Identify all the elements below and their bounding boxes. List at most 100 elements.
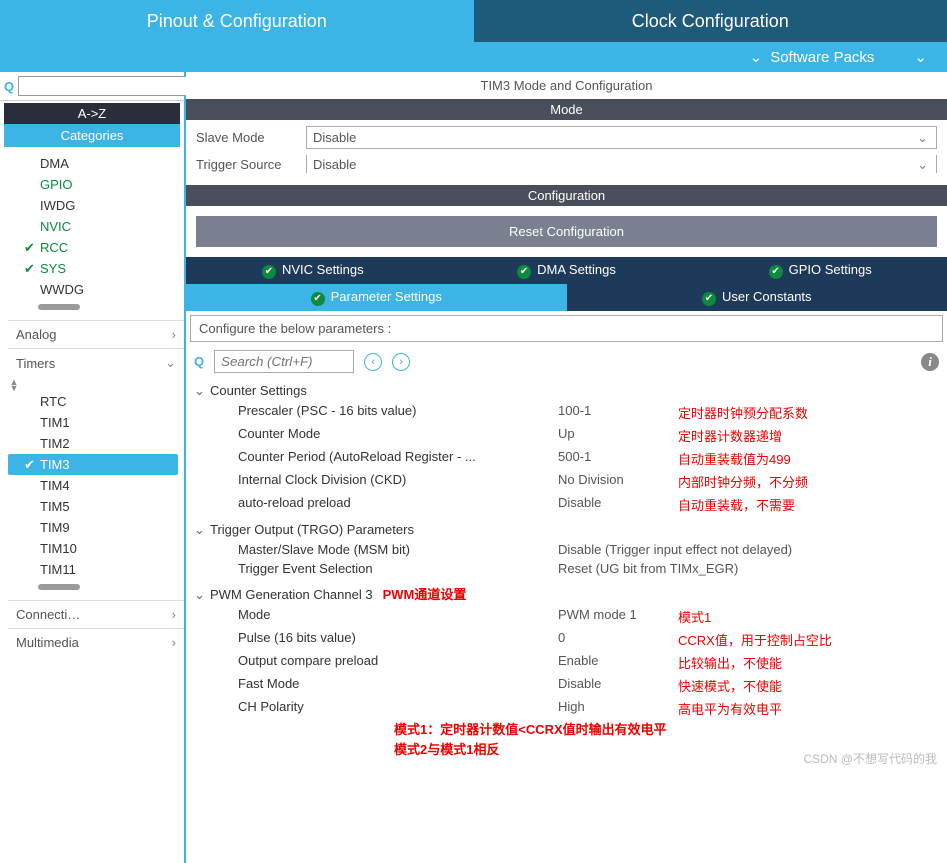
param-label: CH Polarity xyxy=(238,699,558,718)
config-panel: TIM3 Mode and Configuration Mode Slave M… xyxy=(186,72,947,863)
param-row[interactable]: auto-reload preloadDisable自动重装载，不需要 xyxy=(194,493,939,516)
param-row[interactable]: Master/Slave Mode (MSM bit)Disable (Trig… xyxy=(194,540,939,559)
timer-tim10[interactable]: TIM10 xyxy=(8,538,184,559)
category-timers[interactable]: Timers ⌄ xyxy=(8,348,184,377)
watermark: CSDN @不想写代码的我 xyxy=(803,750,937,767)
peripheral-search-input[interactable] xyxy=(18,76,205,96)
group-counter-settings[interactable]: ⌄Counter Settings xyxy=(194,381,939,401)
software-packs-bar[interactable]: ⌄ Software Packs ⌄ xyxy=(0,42,947,72)
param-row[interactable]: CH PolarityHigh高电平为有效电平 xyxy=(194,697,939,720)
chevron-right-icon: › xyxy=(172,607,176,622)
annotation: 自动重装载，不需要 xyxy=(678,495,795,514)
tab-gpio-settings[interactable]: GPIO Settings xyxy=(693,257,947,284)
peripheral-sys[interactable]: SYS xyxy=(8,258,184,279)
peripheral-gpio[interactable]: GPIO xyxy=(8,174,184,195)
param-value: 0 xyxy=(558,630,678,649)
next-match-button[interactable]: › xyxy=(392,353,410,371)
param-label: auto-reload preload xyxy=(238,495,558,514)
group-pwm-channel3[interactable]: ⌄PWM Generation Channel 3PWM通道设置 xyxy=(194,582,939,605)
annotation: 内部时钟分频，不分频 xyxy=(678,472,808,491)
configure-hint: Configure the below parameters : xyxy=(190,315,943,342)
mode-header: Mode xyxy=(186,99,947,120)
trigger-source-select[interactable]: Disable xyxy=(306,155,937,173)
peripheral-dma[interactable]: DMA xyxy=(8,153,184,174)
prev-match-button[interactable]: ‹ xyxy=(364,353,382,371)
configuration-header: Configuration xyxy=(186,185,947,206)
reset-configuration-button[interactable]: Reset Configuration xyxy=(196,216,937,247)
category-connectivity[interactable]: Connecti… › xyxy=(8,600,184,628)
param-row[interactable]: Trigger Event SelectionReset (UG bit fro… xyxy=(194,559,939,578)
annotation: 快速模式，不使能 xyxy=(678,676,782,695)
group-trgo-parameters[interactable]: ⌄Trigger Output (TRGO) Parameters xyxy=(194,520,939,540)
peripheral-wwdg[interactable]: WWDG xyxy=(8,279,184,300)
slave-mode-select[interactable]: Disable xyxy=(306,126,937,149)
param-value: 500-1 xyxy=(558,449,678,468)
timer-tim3[interactable]: TIM3 xyxy=(8,454,178,475)
peripheral-tree: DMAGPIOIWDGNVICRCCSYSWWDG Analog › Timer… xyxy=(0,147,184,863)
search-icon[interactable]: Q xyxy=(194,354,204,369)
param-row[interactable]: Counter ModeUp定时器计数器递增 xyxy=(194,424,939,447)
param-row[interactable]: Prescaler (PSC - 16 bits value)100-1定时器时… xyxy=(194,401,939,424)
param-row[interactable]: ModePWM mode 1模式1 xyxy=(194,605,939,628)
param-value: High xyxy=(558,699,678,718)
timer-rtc[interactable]: RTC xyxy=(8,391,184,412)
timer-tim2[interactable]: TIM2 xyxy=(8,433,184,454)
param-label: Master/Slave Mode (MSM bit) xyxy=(238,542,558,557)
chevron-down-icon: ⌄ xyxy=(165,355,176,371)
annotation-note1: 模式1：定时器计数值<CCRX值时输出有效电平 xyxy=(394,720,939,740)
category-multimedia[interactable]: Multimedia › xyxy=(8,628,184,656)
param-label: Fast Mode xyxy=(238,676,558,695)
tab-nvic-settings[interactable]: NVIC Settings xyxy=(186,257,440,284)
scrollbar-thumb[interactable] xyxy=(38,304,80,310)
param-row[interactable]: Counter Period (AutoReload Register - ..… xyxy=(194,447,939,470)
param-row[interactable]: Internal Clock Division (CKD)No Division… xyxy=(194,470,939,493)
param-value: Disable (Trigger input effect not delaye… xyxy=(558,542,792,557)
search-icon[interactable]: Q xyxy=(4,79,14,94)
sort-az-button[interactable]: A->Z xyxy=(4,103,180,124)
param-row[interactable]: Fast ModeDisable快速模式，不使能 xyxy=(194,674,939,697)
param-value: Up xyxy=(558,426,678,445)
collapse-icon: ⌄ xyxy=(194,522,206,538)
param-row[interactable]: Pulse (16 bits value)0CCRX值，用于控制占空比 xyxy=(194,628,939,651)
tab-dma-settings[interactable]: DMA Settings xyxy=(440,257,694,284)
param-search-input[interactable] xyxy=(214,350,354,373)
peripheral-nvic[interactable]: NVIC xyxy=(8,216,184,237)
timer-tim9[interactable]: TIM9 xyxy=(8,517,184,538)
param-value: 100-1 xyxy=(558,403,678,422)
category-analog[interactable]: Analog › xyxy=(8,320,184,348)
param-value: Disable xyxy=(558,495,678,514)
param-label: Counter Period (AutoReload Register - ..… xyxy=(238,449,558,468)
tab-parameter-settings[interactable]: Parameter Settings xyxy=(186,284,567,311)
collapse-icon: ⌄ xyxy=(194,587,206,603)
timer-tim11[interactable]: TIM11 xyxy=(8,559,184,580)
annotation: 模式1 xyxy=(678,607,711,626)
left-sidebar: Q A->Z Categories DMAGPIOIWDGNVICRCCSYSW… xyxy=(0,72,186,863)
category-label: Multimedia xyxy=(16,635,79,650)
annotation: 定时器计数器递增 xyxy=(678,426,782,445)
timer-tim1[interactable]: TIM1 xyxy=(8,412,184,433)
peripheral-iwdg[interactable]: IWDG xyxy=(8,195,184,216)
sort-icon[interactable]: ▲▼ xyxy=(8,379,20,391)
panel-title: TIM3 Mode and Configuration xyxy=(186,72,947,99)
peripheral-rcc[interactable]: RCC xyxy=(8,237,184,258)
timer-tim5[interactable]: TIM5 xyxy=(8,496,184,517)
param-value: Disable xyxy=(558,676,678,695)
annotation: CCRX值，用于控制占空比 xyxy=(678,630,832,649)
info-icon[interactable]: i xyxy=(921,353,939,371)
param-label: Pulse (16 bits value) xyxy=(238,630,558,649)
tab-pinout-config[interactable]: Pinout & Configuration xyxy=(0,0,474,42)
timer-tim4[interactable]: TIM4 xyxy=(8,475,184,496)
tab-user-constants[interactable]: User Constants xyxy=(567,284,947,311)
annotation: 比较输出，不使能 xyxy=(678,653,782,672)
annotation: PWM通道设置 xyxy=(383,587,467,602)
param-label: Internal Clock Division (CKD) xyxy=(238,472,558,491)
param-value: No Division xyxy=(558,472,678,491)
tab-clock-config[interactable]: Clock Configuration xyxy=(474,0,947,42)
scrollbar-thumb[interactable] xyxy=(38,584,80,590)
categories-tab[interactable]: Categories xyxy=(4,124,180,147)
param-row[interactable]: Output compare preloadEnable比较输出，不使能 xyxy=(194,651,939,674)
param-value: Enable xyxy=(558,653,678,672)
collapse-icon: ⌄ xyxy=(194,383,206,399)
chevron-right-icon: › xyxy=(172,635,176,650)
param-label: Counter Mode xyxy=(238,426,558,445)
